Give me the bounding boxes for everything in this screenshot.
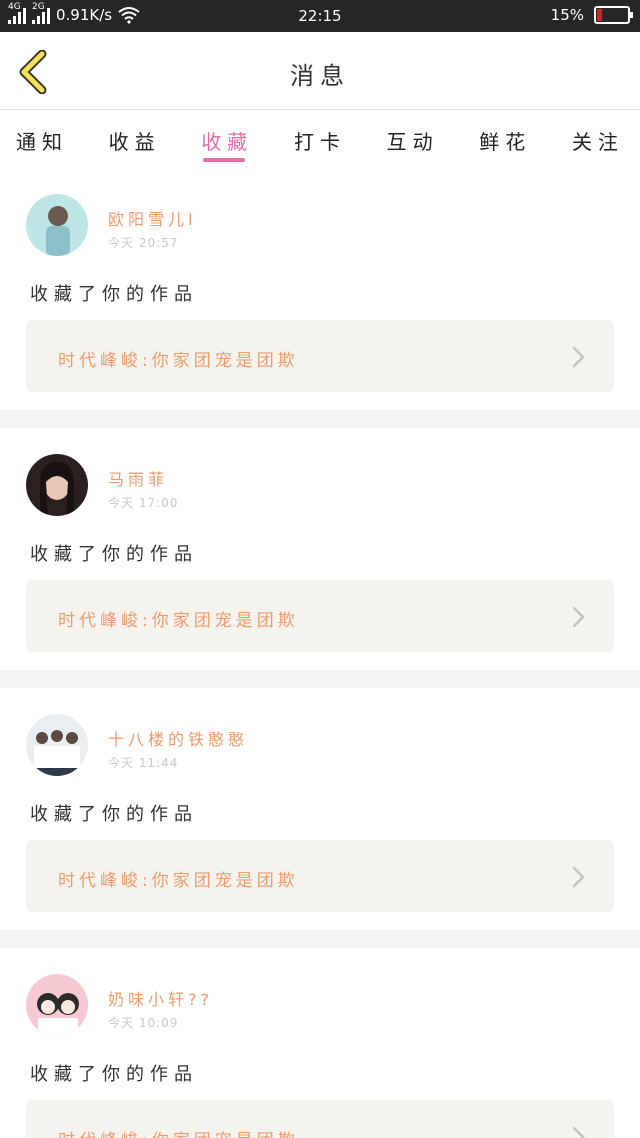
work-title: 时代峰峻:你家团宠是团欺: [58, 1126, 299, 1138]
chevron-right-icon: [572, 866, 585, 888]
work-link[interactable]: 时代峰峻:你家团宠是团欺: [26, 1100, 614, 1138]
status-time: 22:15: [298, 7, 342, 25]
action-text: 收藏了你的作品: [30, 804, 198, 825]
avatar[interactable]: [26, 714, 88, 776]
action-text: 收藏了你的作品: [30, 544, 198, 565]
tab-1[interactable]: 收益: [109, 110, 161, 168]
message-time: 今天 10:09: [108, 1016, 179, 1030]
avatar[interactable]: [26, 194, 88, 256]
tab-0[interactable]: 通知: [16, 110, 68, 168]
chevron-right-icon: [572, 1126, 585, 1138]
work-link[interactable]: 时代峰峻:你家团宠是团欺: [26, 320, 614, 392]
tab-5[interactable]: 鲜花: [479, 110, 531, 168]
message-time: 今天 11:44: [108, 756, 179, 770]
avatar[interactable]: [26, 974, 88, 1036]
tab-bar: 通知 收益 收藏 打卡 互动 鲜花 关注: [0, 110, 640, 168]
message-card: 十八楼的铁憨憨今天 11:44 收藏了你的作品时代峰峻:你家团宠是团欺: [0, 688, 640, 930]
message-time: 今天 20:57: [108, 236, 179, 250]
user-name[interactable]: 马雨菲: [108, 466, 168, 490]
work-title: 时代峰峻:你家团宠是团欺: [58, 611, 299, 631]
message-card: 欧阳雪儿l 今天 20:57 收藏了你的作品时代峰峻:你家团宠是团欺: [0, 168, 640, 410]
work-link[interactable]: 时代峰峻:你家团宠是团欺: [26, 580, 614, 652]
tab-2[interactable]: 收藏: [201, 110, 253, 168]
page-title: 消息: [290, 62, 350, 90]
battery-icon: [594, 6, 633, 24]
tab-3[interactable]: 打卡: [294, 110, 346, 168]
work-title: 时代峰峻:你家团宠是团欺: [58, 351, 299, 371]
status-bar: 4G 2G 0.91K/s 22:15 15%: [0, 0, 640, 32]
user-name[interactable]: 十八楼的铁憨憨: [108, 726, 248, 750]
action-text: 收藏了你的作品: [30, 284, 198, 305]
action-text: 收藏了你的作品: [30, 1064, 198, 1085]
tab-4[interactable]: 互动: [387, 110, 439, 168]
message-card: 奶味小轩?? 今天 10:09 收藏了你的作品时代峰峻:你家团宠是团欺: [0, 948, 640, 1138]
tab-6[interactable]: 关注: [572, 110, 624, 168]
message-list: 欧阳雪儿l 今天 20:57 收藏了你的作品 时代峰峻:你家团宠是团欺 马雨菲 今天 17…: [0, 168, 640, 1138]
user-name[interactable]: 欧阳雪儿l: [108, 206, 196, 230]
message-time: 今天 17:00: [108, 496, 179, 510]
chevron-right-icon: [572, 346, 585, 368]
avatar[interactable]: [26, 454, 88, 516]
user-name[interactable]: 奶味小轩??: [108, 986, 213, 1010]
work-link[interactable]: 时代峰峻:你家团宠是团欺: [26, 840, 614, 912]
nav-bar: 消息: [0, 32, 640, 110]
battery-percent: 15%: [550, 6, 584, 24]
message-card: 马雨菲今天 17:00 收藏了你的作品时代峰峻:你家团宠是团欺: [0, 428, 640, 670]
work-title: 时代峰峻:你家团宠是团欺: [58, 871, 299, 891]
chevron-right-icon: [572, 606, 585, 628]
